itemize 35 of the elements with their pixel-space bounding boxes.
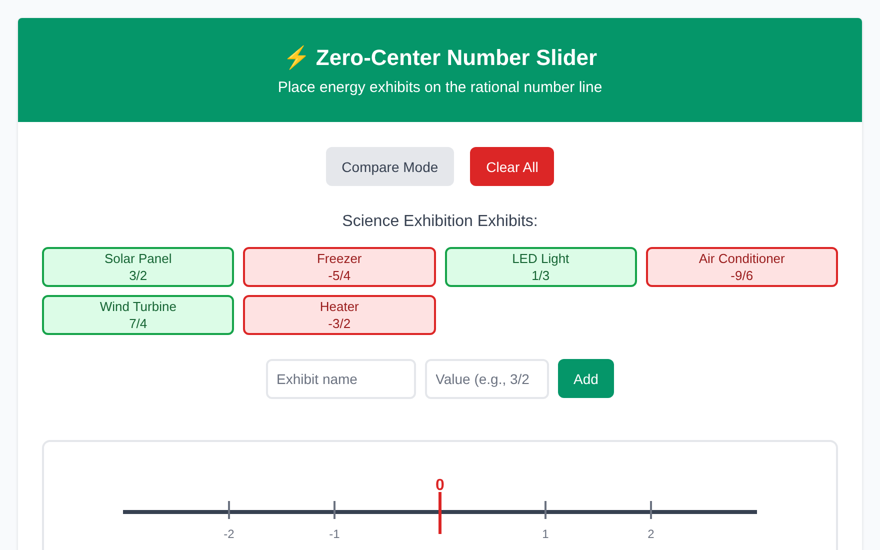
exhibit-value: 1/3 [532, 267, 550, 284]
axis-tick [334, 501, 336, 519]
exhibit-name: Air Conditioner [698, 250, 785, 267]
axis-tick [650, 501, 652, 519]
exhibit-card[interactable]: Air Conditioner -9/6 [646, 247, 838, 287]
tick-label: 2 [648, 527, 654, 541]
compare-mode-button[interactable]: Compare Mode [326, 147, 454, 186]
exhibit-name: Freezer [316, 250, 362, 267]
exhibit-value: 3/2 [129, 267, 148, 284]
tick-label: -2 [224, 527, 234, 541]
exhibit-value: -5/4 [328, 267, 351, 284]
exhibit-card[interactable]: Heater -3/2 [243, 295, 436, 335]
tick-label: 1 [542, 527, 549, 541]
exhibit-name-field[interactable]: Exhibit name [266, 359, 416, 399]
exhibit-value: -9/6 [730, 267, 754, 284]
exhibit-value: -3/2 [328, 315, 351, 332]
axis-tick [544, 501, 546, 519]
add-button[interactable]: Add [558, 359, 614, 398]
exhibit-card[interactable]: Solar Panel 3/2 [42, 247, 234, 287]
exhibit-name: Solar Panel [104, 250, 172, 267]
exhibit-card[interactable]: LED Light 1/3 [444, 247, 637, 287]
exhibit-card[interactable]: Wind Turbine 7/4 [42, 295, 234, 335]
exhibit-value-field[interactable]: Value (e.g., 3/2 [424, 359, 549, 399]
exhibit-name: LED Light [512, 250, 570, 267]
tick-label: -1 [329, 527, 340, 541]
app-subtitle: Place energy exhibits on the rational number line [278, 78, 602, 96]
axis-tick [228, 501, 230, 519]
clear-all-button[interactable]: Clear All [470, 147, 554, 186]
app-title: Zero-Center Number Slider [316, 44, 598, 70]
exhibit-name: Wind Turbine [100, 298, 176, 315]
lightning-icon: ⚡ [282, 44, 310, 70]
exhibit-value: 7/4 [129, 315, 148, 332]
exhibits-heading: Science Exhibition Exhibits: [341, 213, 539, 231]
exhibit-card[interactable]: Freezer -5/4 [243, 247, 436, 287]
exhibit-name: Heater [320, 298, 359, 315]
